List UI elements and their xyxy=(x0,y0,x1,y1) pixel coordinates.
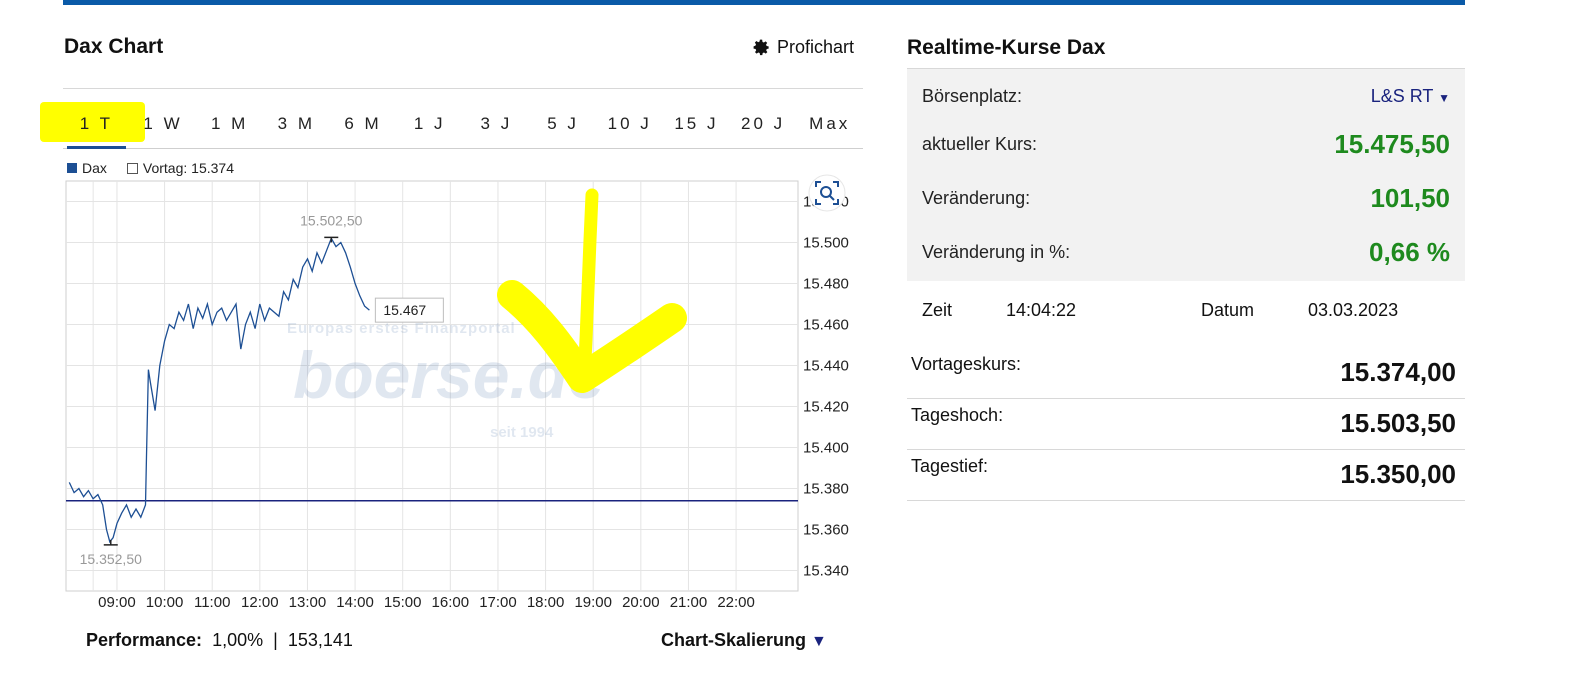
x-tick-label: 18:00 xyxy=(527,594,565,611)
exchange-label: Börsenplatz: xyxy=(922,86,1023,106)
caret-down-icon: ▼ xyxy=(1438,91,1450,105)
realtime-title: Realtime-Kurse Dax xyxy=(907,36,1106,59)
change-pct-row: Veränderung in %: 0,66 % xyxy=(922,237,1450,268)
x-tick-label: 20:00 xyxy=(622,594,660,611)
change-row: Veränderung: 101,50 xyxy=(922,183,1450,214)
stat-value: 15.503,50 xyxy=(1340,408,1456,438)
x-tick-label: 10:00 xyxy=(146,594,184,611)
zoom-button-bg xyxy=(808,174,846,212)
last-price-label: 15.467 xyxy=(383,302,426,318)
x-tick-label: 17:00 xyxy=(479,594,517,611)
x-tick-label: 15:00 xyxy=(384,594,422,611)
stat-value: 15.374,00 xyxy=(1340,357,1456,387)
time-label: Zeit xyxy=(922,300,953,320)
exchange-row: Börsenplatz: L&S RT ▼ xyxy=(922,86,1450,107)
stat-label: Tagestief: xyxy=(911,456,989,476)
stat-row: Tagestief: 15.350,00 xyxy=(907,450,1465,501)
performance-separator: | xyxy=(273,630,278,650)
change-label: Veränderung: xyxy=(922,188,1031,208)
y-tick-label: 15.460 xyxy=(803,317,849,334)
stat-value: 15.350,00 xyxy=(1340,459,1456,489)
y-tick-label: 15.480 xyxy=(803,276,849,293)
zoom-button[interactable] xyxy=(808,174,846,212)
x-axis: 09:00 10:00 11:00 12:00 13:00 14:00 15:00 16:00… xyxy=(98,594,755,611)
exchange-value: L&S RT xyxy=(1370,86,1434,106)
performance-points: 153,141 xyxy=(287,630,353,650)
change-pct-value: 0,66 % xyxy=(1369,237,1450,267)
change-value: 101,50 xyxy=(1370,183,1450,213)
y-tick-label: 15.500 xyxy=(803,235,849,252)
y-tick-label: 15.400 xyxy=(803,440,849,457)
low-label: 15.352,50 xyxy=(80,551,142,567)
stat-label: Vortageskurs: xyxy=(911,354,1022,374)
x-tick-label: 22:00 xyxy=(717,594,755,611)
x-tick-label: 14:00 xyxy=(336,594,374,611)
x-tick-label: 09:00 xyxy=(98,594,136,611)
x-tick-label: 11:00 xyxy=(194,594,230,611)
date-label: Datum xyxy=(1201,300,1255,320)
price-label: aktueller Kurs: xyxy=(922,134,1038,154)
price-row: aktueller Kurs: 15.475,50 xyxy=(922,129,1450,160)
quote-box: Börsenplatz: L&S RT ▼ aktueller Kurs: 15… xyxy=(907,69,1465,281)
y-tick-label: 15.360 xyxy=(803,522,849,539)
y-tick-label: 15.340 xyxy=(803,563,849,580)
performance-label: Performance: xyxy=(86,630,203,650)
y-tick-label: 15.380 xyxy=(803,481,849,498)
price-value: 15.475,50 xyxy=(1334,129,1450,159)
chart-scaling-label: Chart-Skalierung xyxy=(661,630,807,650)
stat-row: Tageshoch: 15.503,50 xyxy=(907,399,1465,450)
y-tick-label: 15.440 xyxy=(803,358,849,375)
high-label: 15.502,50 xyxy=(300,212,362,228)
change-pct-label: Veränderung in %: xyxy=(922,242,1071,262)
x-tick-label: 12:00 xyxy=(241,594,279,611)
x-tick-label: 21:00 xyxy=(670,594,708,611)
stat-label: Tageshoch: xyxy=(911,405,1004,425)
exchange-select[interactable]: L&S RT ▼ xyxy=(1371,86,1450,107)
x-tick-label: 19:00 xyxy=(574,594,612,611)
y-tick-label: 15.420 xyxy=(803,399,849,416)
performance-info: Performance: 1,00% | 153,141 xyxy=(86,630,353,651)
x-tick-label: 16:00 xyxy=(432,594,470,611)
chart-scaling-toggle[interactable]: Chart-Skalierung ▼ xyxy=(661,630,827,651)
stat-row: Vortageskurs: 15.374,00 xyxy=(907,348,1465,399)
x-tick-label: 13:00 xyxy=(289,594,327,611)
y-axis: 15.340 15.360 15.380 15.400 15.420 15.440 15.4… xyxy=(803,194,849,580)
time-value: 14:04:22 xyxy=(1006,300,1077,320)
performance-value: 1,00% xyxy=(212,630,264,650)
triangle-down-icon: ▼ xyxy=(811,633,827,650)
watermark-since: seit 1994 xyxy=(490,424,554,441)
date-value: 03.03.2023 xyxy=(1308,300,1399,320)
